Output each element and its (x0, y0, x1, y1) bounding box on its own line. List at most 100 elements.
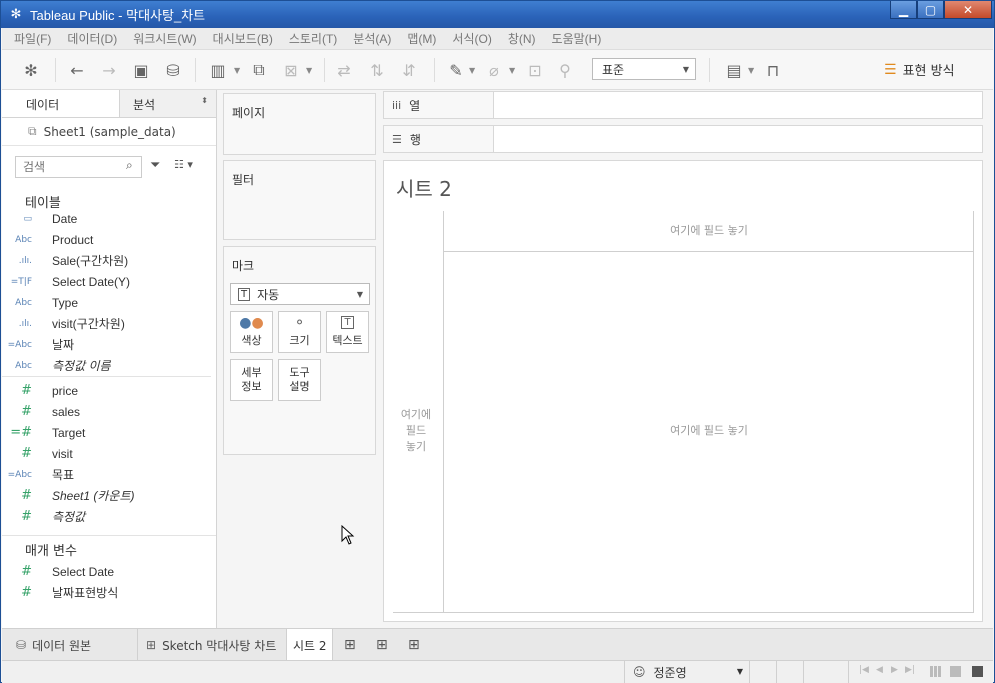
field-item[interactable]: =T|F Select Date(Y) (2, 271, 216, 292)
scroll-arrows-icon[interactable]: ⬍ (201, 96, 208, 105)
duplicate-sheet-icon[interactable]: ⧉ (247, 60, 271, 80)
new-datasource-icon[interactable]: ⛁ (162, 60, 184, 80)
drop-zone-rows[interactable]: 여기에 필드 놓기 (394, 407, 438, 455)
drop-zone-columns[interactable]: 여기에 필드 놓기 (444, 223, 974, 239)
sheet-sorter-icon[interactable] (930, 666, 941, 677)
size-button[interactable]: ⚬ 크기 (278, 311, 321, 353)
field-item[interactable]: ▭ Date (2, 208, 216, 229)
last-sheet-icon[interactable]: ▶| (905, 665, 915, 675)
field-item[interactable]: # Sheet1 (카운트) (2, 485, 216, 506)
hash-icon: # (21, 585, 32, 600)
show-cards-icon[interactable]: ▤ (722, 60, 746, 80)
menu-file[interactable]: 파일(F) (14, 30, 51, 47)
field-item[interactable]: =Abc 목표 (2, 464, 216, 485)
redo-icon[interactable]: → (98, 60, 120, 80)
tableau-home-icon[interactable]: ✻ (20, 60, 42, 80)
columns-shelf[interactable]: iii 열 (383, 91, 983, 119)
view-list-icon[interactable]: ☷ ▾ (174, 158, 193, 171)
minimize-button[interactable]: ▁ (890, 1, 917, 19)
clear-sheet-icon[interactable]: ⊠ (279, 60, 303, 80)
tab-datasource[interactable]: ⛁ 데이터 원본 (2, 629, 138, 661)
swap-rows-columns-icon[interactable]: ⇄ (333, 60, 355, 80)
menu-format[interactable]: 서식(O) (452, 30, 491, 47)
menu-analysis[interactable]: 분석(A) (353, 30, 391, 47)
chevron-down-icon[interactable]: ▼ (234, 66, 240, 75)
field-item[interactable]: =Abc 날짜 (2, 334, 216, 355)
search-input[interactable] (15, 156, 142, 178)
tab-sheet-2[interactable]: 시트 2 (287, 629, 333, 661)
undo-icon[interactable]: ← (66, 60, 88, 80)
detail-button[interactable]: 세부 정보 (230, 359, 273, 401)
rows-shelf[interactable]: ☰ 행 (383, 125, 983, 153)
group-members-icon[interactable]: ⌀ (483, 60, 505, 80)
menu-help[interactable]: 도움말(H) (552, 30, 602, 47)
menu-worksheet[interactable]: 워크시트(W) (133, 30, 196, 47)
new-dashboard-tab-icon[interactable]: ⊞ (376, 637, 388, 653)
show-me-button[interactable]: ☰ 표현 방식 (884, 60, 955, 80)
tooltip-button[interactable]: 도구 설명 (278, 359, 321, 401)
text-label: 텍스트 (332, 334, 363, 347)
fix-axes-icon[interactable]: ⚲ (554, 60, 576, 80)
text-button[interactable]: T 텍스트 (326, 311, 369, 353)
filmstrip-icon[interactable] (950, 666, 961, 677)
hash-icon: # (21, 383, 32, 398)
columns-label: 열 (409, 98, 421, 113)
close-button[interactable]: ✕ (944, 1, 992, 19)
field-item[interactable]: # visit (2, 443, 216, 464)
presentation-mode-icon[interactable]: ⊓ (762, 60, 784, 80)
filter-icon[interactable]: ⏷ (150, 158, 160, 173)
field-item[interactable]: Abc 측정값 이름 (2, 355, 216, 376)
field-item[interactable]: Abc Product (2, 229, 216, 250)
field-item[interactable]: =# Target (2, 422, 216, 443)
sheet-title[interactable]: 시트 2 (396, 173, 452, 202)
chevron-down-icon[interactable]: ▼ (469, 66, 475, 75)
sort-descending-icon[interactable]: ⇵ (398, 60, 420, 80)
field-item[interactable]: .ılı. Sale(구간차원) (2, 250, 216, 271)
new-story-tab-icon[interactable]: ⊞ (408, 637, 420, 653)
menu-window[interactable]: 창(N) (508, 30, 536, 47)
chevron-down-icon[interactable]: ▼ (509, 66, 515, 75)
user-menu[interactable]: ☺ 정준영 ▼ (624, 661, 750, 683)
field-item[interactable]: # Select Date (2, 561, 216, 582)
save-icon[interactable]: ▣ (130, 60, 152, 80)
view-area: iii 열 ☰ 행 시트 2 여기에 필드 놓기 여기에 필드 놓기 여기에 필드 … (383, 90, 993, 628)
worksheet-canvas[interactable]: 시트 2 여기에 필드 놓기 여기에 필드 놓기 여기에 필드 놓기 (383, 160, 983, 622)
chevron-down-icon[interactable]: ▼ (306, 66, 312, 75)
new-worksheet-tab-icon[interactable]: ⊞ (344, 637, 356, 653)
field-item[interactable]: # price (2, 380, 216, 401)
title-bar[interactable]: ✻ Tableau Public - 막대사탕_차트 ▁ ▢ ✕ (1, 1, 994, 28)
field-item[interactable]: # 날짜표현방식 (2, 582, 216, 603)
tab-dashboard[interactable]: ⊞ Sketch 막대사탕 차트 (138, 629, 287, 661)
dashboard-icon: ⊞ (146, 638, 157, 652)
highlight-icon[interactable]: ✎ (445, 60, 467, 80)
drop-zone-center[interactable]: 여기에 필드 놓기 (444, 423, 974, 439)
tab-analytics[interactable]: 분석 ⬍ (119, 90, 216, 117)
prev-sheet-icon[interactable]: ◀ (876, 665, 883, 675)
menu-map[interactable]: 맵(M) (407, 30, 436, 47)
chevron-down-icon[interactable]: ▼ (748, 66, 754, 75)
mark-type-value: 자동 (257, 287, 280, 302)
pages-card[interactable]: 페이지 (223, 93, 376, 155)
next-sheet-icon[interactable]: ▶ (891, 665, 898, 675)
fit-select[interactable]: 표준 ▼ (592, 58, 696, 80)
show-mark-labels-icon[interactable]: ⊡ (524, 60, 546, 80)
menu-data[interactable]: 데이터(D) (67, 30, 117, 47)
new-worksheet-icon[interactable]: ▥ (206, 60, 230, 80)
field-item[interactable]: .ılı. visit(구간차원) (2, 313, 216, 334)
sort-ascending-icon[interactable]: ⇅ (366, 60, 388, 80)
menu-dashboard[interactable]: 대시보드(B) (213, 30, 273, 47)
tabs-view-icon[interactable] (972, 666, 983, 677)
datasource-item[interactable]: ⧉ Sheet1 (sample_data) (2, 118, 216, 146)
first-sheet-icon[interactable]: |◀ (859, 665, 869, 675)
mark-type-select[interactable]: T 자동 ▼ (230, 283, 370, 305)
tab-data[interactable]: 데이터 (2, 90, 119, 117)
filters-card[interactable]: 필터 (223, 160, 376, 240)
field-name: price (52, 383, 79, 398)
search-icon[interactable]: ⌕ (126, 158, 133, 173)
field-item[interactable]: # sales (2, 401, 216, 422)
field-item[interactable]: Abc Type (2, 292, 216, 313)
color-button[interactable]: ●● 색상 (230, 311, 273, 353)
maximize-button[interactable]: ▢ (917, 1, 944, 19)
field-item[interactable]: # 측정값 (2, 506, 216, 527)
menu-story[interactable]: 스토리(T) (289, 30, 337, 47)
